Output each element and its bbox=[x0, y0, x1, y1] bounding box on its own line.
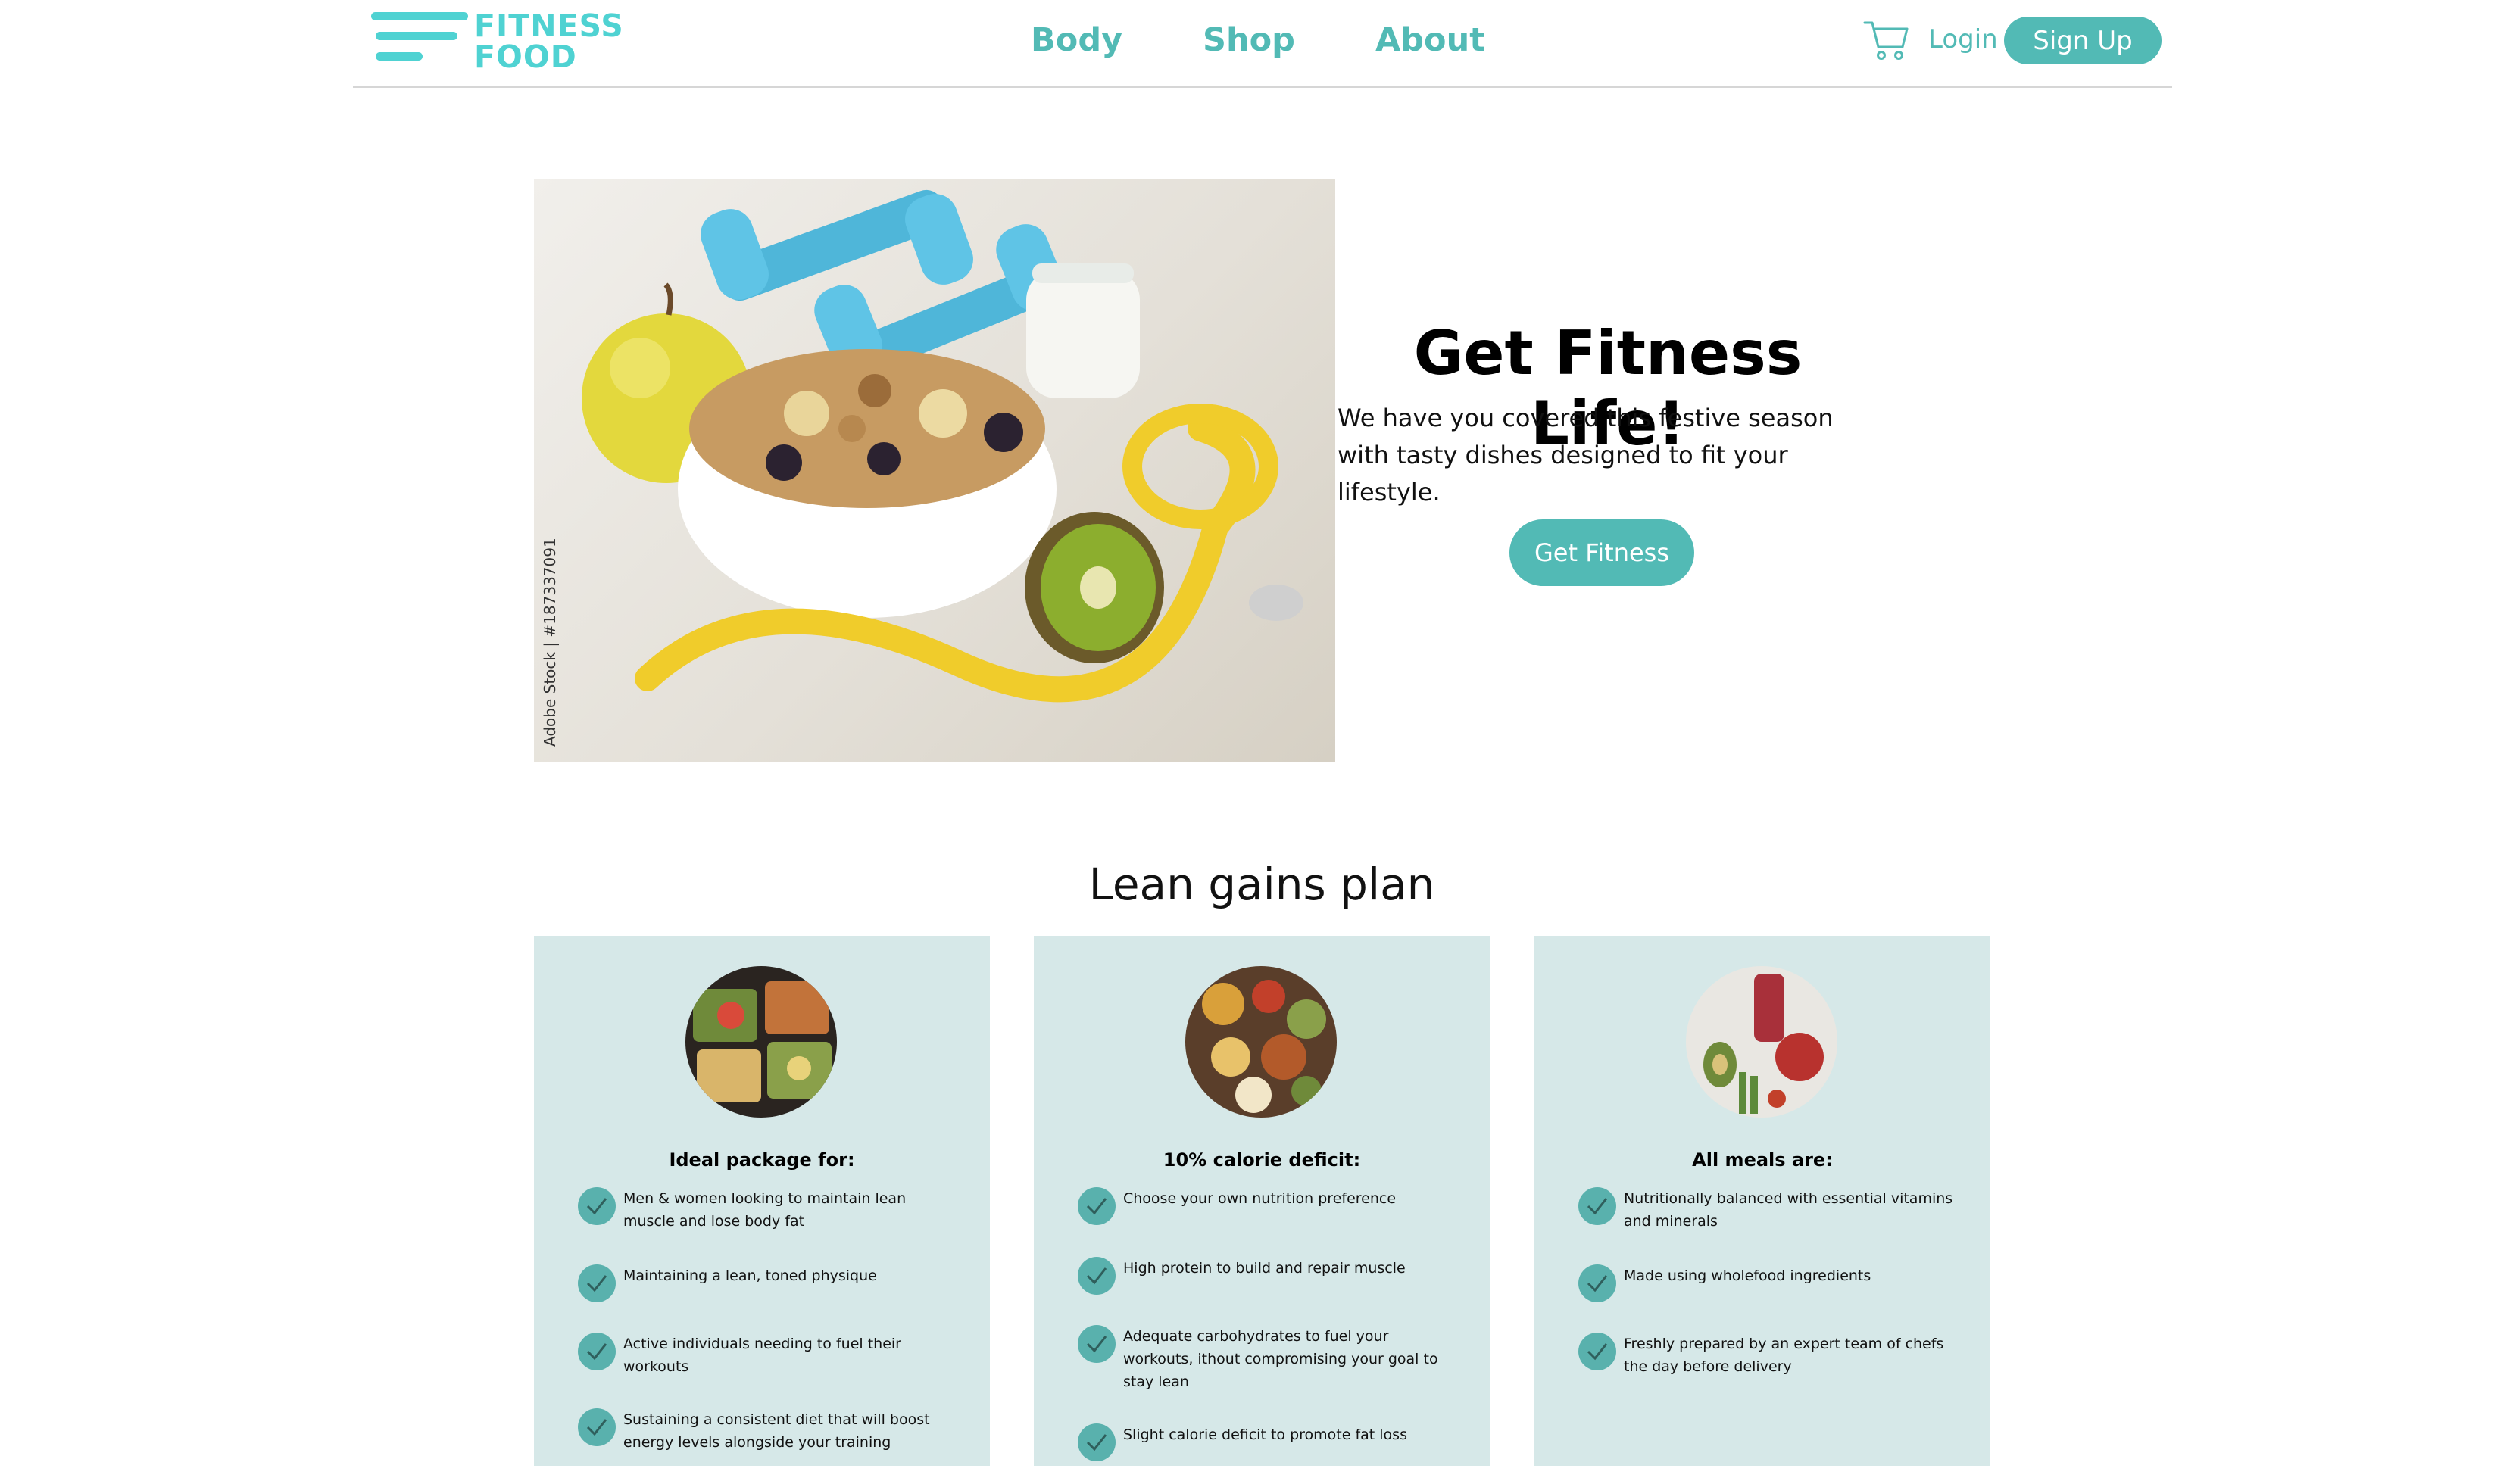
check-icon bbox=[1078, 1187, 1116, 1225]
get-fitness-button[interactable]: Get Fitness bbox=[1509, 519, 1694, 586]
plan-card: 10% calorie deficit: Choose your own nut… bbox=[1034, 936, 1490, 1466]
site-header: FITNESS FOOD Body Shop About Login Sign … bbox=[353, 0, 2172, 88]
list-item: Nutritionally balanced with essential vi… bbox=[1578, 1187, 1972, 1248]
list-item-text: Nutritionally balanced with essential vi… bbox=[1624, 1190, 1953, 1230]
card-title: 10% calorie deficit: bbox=[1163, 1149, 1361, 1171]
list-item: Adequate carbohydrates to fuel your work… bbox=[1078, 1325, 1472, 1401]
card-image-meal-prep bbox=[685, 966, 837, 1118]
logo-text: FITNESS FOOD bbox=[474, 11, 624, 73]
logo[interactable]: FITNESS FOOD bbox=[371, 11, 644, 73]
list-item-text: Freshly prepared by an expert team of ch… bbox=[1624, 1336, 1944, 1375]
check-icon bbox=[578, 1408, 616, 1446]
list-item-text: Slight calorie deficit to promote fat lo… bbox=[1123, 1426, 1407, 1443]
cart-icon[interactable] bbox=[1863, 20, 1910, 62]
check-icon bbox=[578, 1333, 616, 1370]
hero-image: Adobe Stock | #187337091 bbox=[534, 179, 1335, 762]
logo-line-2: FOOD bbox=[474, 39, 577, 75]
check-icon bbox=[1078, 1325, 1116, 1363]
list-item-text: Maintaining a lean, toned physique bbox=[623, 1267, 877, 1284]
list-item-text: Adequate carbohydrates to fuel your work… bbox=[1123, 1328, 1438, 1390]
list-item: Choose your own nutrition preference bbox=[1078, 1187, 1472, 1248]
list-item: Freshly prepared by an expert team of ch… bbox=[1578, 1333, 1972, 1393]
list-item: Slight calorie deficit to promote fat lo… bbox=[1078, 1423, 1472, 1484]
list-item: Sustaining a consistent diet that will b… bbox=[578, 1408, 972, 1469]
list-item: Maintaining a lean, toned physique bbox=[578, 1264, 972, 1325]
check-icon bbox=[1578, 1264, 1616, 1302]
list-item: Men & women looking to maintain lean mus… bbox=[578, 1187, 972, 1248]
hero-description: We have you covered this festive season … bbox=[1338, 404, 1834, 507]
card-title: All meals are: bbox=[1692, 1149, 1833, 1171]
plan-section-title: Lean gains plan bbox=[1088, 859, 1435, 910]
check-icon bbox=[578, 1187, 616, 1225]
card-title: Ideal package for: bbox=[669, 1149, 855, 1171]
list-item: Active individuals needing to fuel their… bbox=[578, 1333, 972, 1393]
watermark-text: Adobe Stock | #187337091 bbox=[541, 538, 559, 747]
list-item: Made using wholefood ingredients bbox=[1578, 1264, 1972, 1325]
list-item-text: Sustaining a consistent diet that will b… bbox=[623, 1411, 930, 1451]
list-item-text: Active individuals needing to fuel their… bbox=[623, 1336, 901, 1375]
logo-line-1: FITNESS bbox=[474, 8, 624, 44]
list-item-text: Made using wholefood ingredients bbox=[1624, 1267, 1871, 1284]
signup-button[interactable]: Sign Up bbox=[2004, 17, 2162, 64]
card-image-spices bbox=[1185, 966, 1337, 1118]
list-item-text: High protein to build and repair muscle bbox=[1123, 1260, 1406, 1277]
list-item: High protein to build and repair muscle bbox=[1078, 1257, 1472, 1317]
list-item-text: Men & women looking to maintain lean mus… bbox=[623, 1190, 907, 1230]
check-icon bbox=[1078, 1423, 1116, 1461]
plan-card: Ideal package for: Men & women looking t… bbox=[534, 936, 990, 1466]
plan-card: All meals are: Nutritionally balanced wi… bbox=[1534, 936, 1990, 1466]
login-link[interactable]: Login bbox=[1928, 24, 1998, 55]
nav-about[interactable]: About bbox=[1375, 21, 1485, 59]
nav-shop[interactable]: Shop bbox=[1203, 21, 1295, 59]
card-image-ingredients bbox=[1686, 966, 1837, 1118]
nav-body[interactable]: Body bbox=[1031, 21, 1122, 59]
check-icon bbox=[1078, 1257, 1116, 1295]
check-icon bbox=[578, 1264, 616, 1302]
check-icon bbox=[1578, 1187, 1616, 1225]
list-item-text: Choose your own nutrition preference bbox=[1123, 1190, 1397, 1207]
check-icon bbox=[1578, 1333, 1616, 1370]
